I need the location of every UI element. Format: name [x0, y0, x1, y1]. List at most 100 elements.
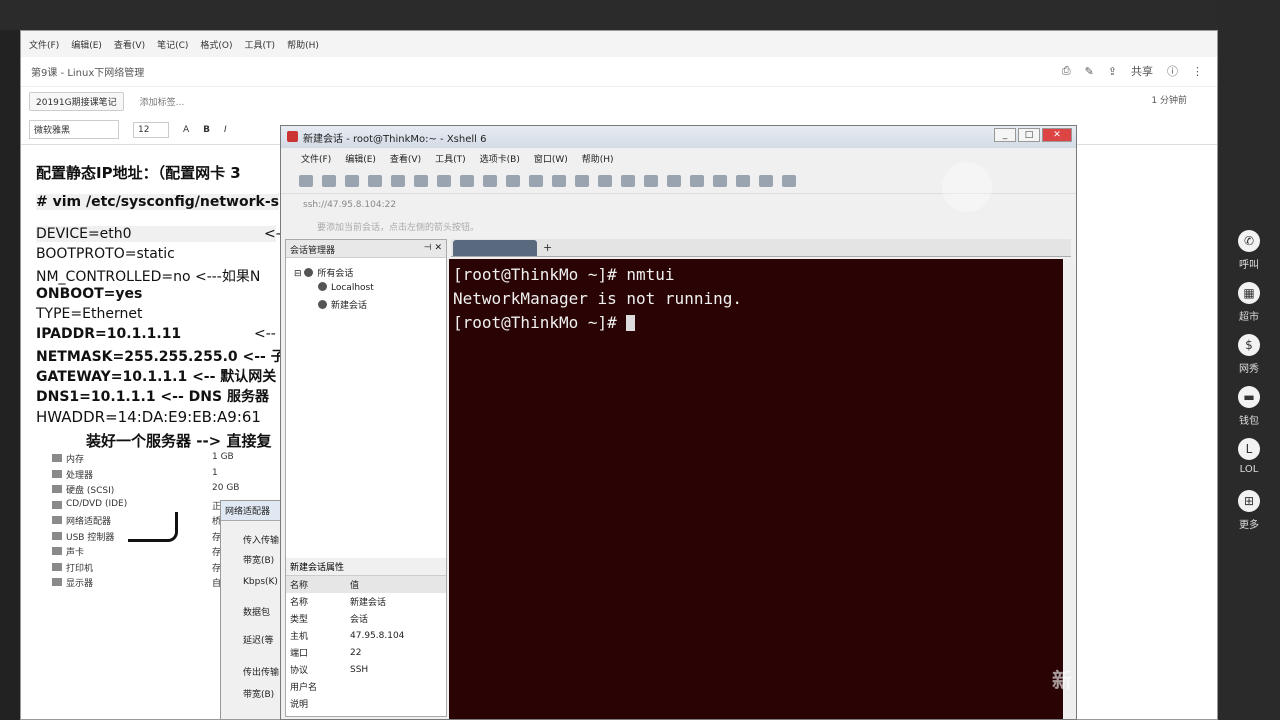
doc-heading: 配置静态IP地址：（配置网卡 3 — [36, 164, 241, 182]
property-key: 名称 — [290, 598, 309, 608]
hardware-icon — [52, 516, 62, 524]
share-icon[interactable]: ⇪ — [1108, 65, 1117, 78]
terminal-scrollbar[interactable] — [1064, 259, 1074, 719]
add-tag-link[interactable]: 添加标签... — [140, 95, 185, 108]
italic-button[interactable]: I — [224, 125, 227, 135]
screen: 文件(F) 编辑(E) 查看(V) 笔记(C) 格式(O) 工具(T) 帮助(H… — [0, 0, 1280, 720]
toolbar-icon[interactable] — [345, 174, 359, 187]
doc-onboot: ONBOOT=yes — [36, 286, 143, 302]
minimize-button[interactable]: _ — [994, 128, 1016, 142]
toolbar-icon[interactable] — [621, 174, 635, 187]
print-icon[interactable]: ⎙ — [1062, 64, 1071, 78]
side-app-lol[interactable]: L LOL — [1222, 438, 1276, 475]
toolbar-icon[interactable] — [368, 174, 382, 187]
pen-annotation — [128, 512, 178, 542]
side-app-phone[interactable]: ✆ 呼叫 — [1222, 230, 1276, 271]
comment-icon[interactable]: ✎ — [1085, 65, 1094, 78]
adapter-item: 传出传输 — [243, 668, 280, 678]
toolbar-icon[interactable] — [713, 174, 727, 187]
more-icon[interactable]: ⋮ — [1192, 65, 1203, 78]
toolbar-icon[interactable] — [322, 174, 336, 187]
side-app-more[interactable]: ⊞ 更多 — [1222, 490, 1276, 531]
properties-header: 名称 值 — [286, 576, 446, 593]
note-menu-help[interactable]: 帮助(H) — [287, 38, 319, 51]
adapter-item: 带宽(B) — [243, 556, 275, 566]
xshell-titlebar: 新建会话 - root@ThinkMo:~ - Xshell 6 _ □ ✕ — [281, 126, 1076, 148]
font-select[interactable]: 微软雅黑 — [29, 120, 119, 139]
notebook-selector[interactable]: 20191G期接课笔记 — [29, 91, 124, 111]
session-new[interactable]: 新建会话 — [318, 298, 367, 311]
hardware-name: USB 控制器 — [66, 532, 115, 543]
toolbar-icon[interactable] — [598, 174, 612, 187]
hardware-icon — [52, 578, 62, 586]
toolbar-icon[interactable] — [391, 174, 405, 187]
property-row[interactable]: 类型 会话 — [286, 610, 446, 627]
tree-root[interactable]: ⊟ 所有会话 — [294, 266, 353, 279]
note-menu-file[interactable]: 文件(F) — [29, 38, 59, 51]
share-button[interactable]: 共享 — [1131, 63, 1153, 79]
doc-type: TYPE=Ethernet — [36, 306, 143, 322]
xs-menu-edit[interactable]: 编辑(E) — [345, 152, 376, 165]
toolbar-icon[interactable] — [483, 174, 497, 187]
toolbar-icon[interactable] — [759, 174, 773, 187]
xs-menu-window[interactable]: 窗口(W) — [534, 152, 568, 165]
session-label: 新建会话 — [331, 301, 368, 311]
terminal-line: [root@ThinkMo ~]# — [453, 311, 1059, 335]
pin-icon[interactable]: ⊣ ✕ — [424, 243, 442, 253]
toolbar-icon[interactable] — [690, 174, 704, 187]
note-menu-tools[interactable]: 工具(T) — [245, 38, 276, 51]
toolbar-icon[interactable] — [552, 174, 566, 187]
side-app-wallet[interactable]: ▬ 钱包 — [1222, 386, 1276, 427]
session-localhost[interactable]: Localhost — [318, 282, 374, 293]
terminal-tab-active[interactable] — [453, 240, 537, 256]
toolbar-icon[interactable] — [644, 174, 658, 187]
toolbar-icon[interactable] — [437, 174, 451, 187]
xs-menu-tabs[interactable]: 选项卡(B) — [480, 152, 520, 165]
note-menu-edit[interactable]: 编辑(E) — [71, 38, 102, 51]
session-manager-title: 会话管理器 — [290, 246, 336, 256]
doc-netmask: NETMASK=255.255.255.0 <-- 子 — [36, 349, 285, 365]
toolbar-icon[interactable] — [506, 174, 520, 187]
side-app-market[interactable]: ▦ 超市 — [1222, 282, 1276, 323]
text-color-icon[interactable]: A — [183, 125, 189, 135]
doc-ipaddr-note: <-- — [254, 326, 276, 342]
property-row[interactable]: 端口 22 — [286, 644, 446, 661]
property-row[interactable]: 说明 — [286, 695, 446, 712]
property-row[interactable]: 主机 47.95.8.104 — [286, 627, 446, 644]
xs-menu-view[interactable]: 查看(V) — [390, 152, 421, 165]
session-icon — [318, 300, 327, 309]
close-button[interactable]: ✕ — [1042, 128, 1072, 142]
mouse-highlight — [942, 162, 992, 212]
property-row[interactable]: 名称 新建会话 — [286, 593, 446, 610]
note-tab-title[interactable]: 第9课 - Linux下网络管理 — [31, 64, 144, 79]
maximize-button[interactable]: □ — [1018, 128, 1040, 142]
info-icon[interactable]: ⓘ — [1167, 63, 1178, 79]
toolbar-icon[interactable] — [575, 174, 589, 187]
font-size-select[interactable]: 12 — [133, 121, 169, 138]
toolbar-icon[interactable] — [736, 174, 750, 187]
toolbar-icon[interactable] — [782, 174, 796, 187]
property-key: 端口 — [290, 649, 309, 659]
xs-menu-tools[interactable]: 工具(T) — [435, 152, 466, 165]
toolbar-icon[interactable] — [414, 174, 428, 187]
note-menu-note[interactable]: 笔记(C) — [157, 38, 188, 51]
read-time: 1 分钟前 — [1151, 96, 1187, 106]
toolbar-icon[interactable] — [299, 174, 313, 187]
toolbar-icon[interactable] — [667, 174, 681, 187]
bold-button[interactable]: B — [203, 125, 210, 135]
hardware-icon — [52, 547, 62, 555]
terminal-line: [root@ThinkMo ~]# nmtui — [453, 265, 675, 284]
xs-menu-help[interactable]: 帮助(H) — [582, 152, 614, 165]
xs-menu-file[interactable]: 文件(F) — [301, 152, 331, 165]
doc-ipaddr: IPADDR=10.1.1.11 — [36, 326, 182, 342]
property-row[interactable]: 用户名 — [286, 678, 446, 695]
toolbar-icon[interactable] — [529, 174, 543, 187]
side-app-dollar[interactable]: $ 网秀 — [1222, 334, 1276, 375]
note-menu-view[interactable]: 查看(V) — [114, 38, 145, 51]
market-icon: ▦ — [1238, 282, 1260, 304]
toolbar-icon[interactable] — [460, 174, 474, 187]
note-menu-format[interactable]: 格式(O) — [200, 38, 232, 51]
add-tab-icon[interactable]: + — [543, 241, 552, 254]
property-row[interactable]: 协议 SSH — [286, 661, 446, 678]
terminal[interactable]: [root@ThinkMo ~]# nmtui NetworkManager i… — [449, 259, 1063, 719]
